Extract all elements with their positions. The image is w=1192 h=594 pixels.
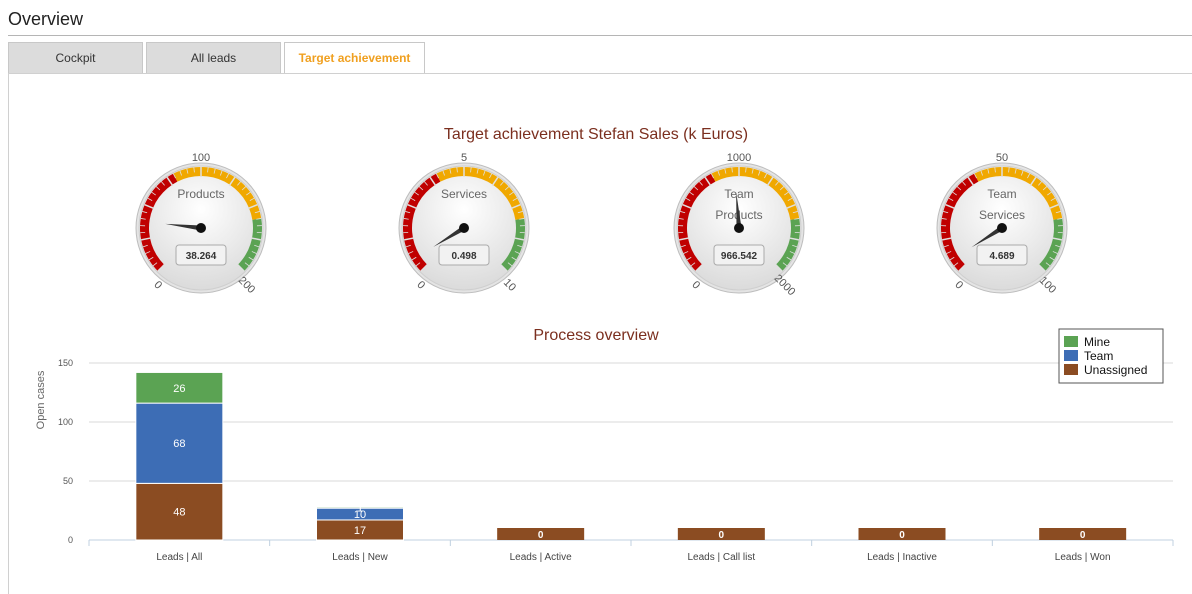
bar-data-label: 48 bbox=[173, 507, 185, 519]
gauge-label: Team bbox=[987, 187, 1016, 201]
bar-data-label: 0 bbox=[1080, 530, 1086, 541]
process-chart: 050100150Open casesLeads | All Leads | Ne… bbox=[35, 358, 1174, 563]
chart-legend: MineTeamUnassigned bbox=[1058, 328, 1164, 384]
y-axis-label: Open cases bbox=[35, 370, 47, 429]
gauge-3: 100002000TeamProducts966.542 bbox=[673, 152, 805, 298]
gauge-top-label: 5 bbox=[461, 152, 467, 164]
legend-swatch bbox=[1064, 336, 1078, 347]
gauge-value: 966.542 bbox=[721, 251, 758, 262]
gauge-min-label: 0 bbox=[952, 279, 965, 292]
gauge-label: Services bbox=[441, 187, 487, 201]
gauge-pivot bbox=[459, 223, 469, 233]
legend-label: Unassigned bbox=[1084, 363, 1147, 377]
gauge-top-label: 50 bbox=[996, 152, 1008, 164]
y-tick-label: 0 bbox=[68, 535, 73, 545]
gauge-min-label: 0 bbox=[151, 279, 164, 292]
x-tick-label: Leads | All bbox=[156, 552, 202, 563]
gauge-min-label: 0 bbox=[414, 279, 427, 292]
gauge-label: Team bbox=[724, 187, 753, 201]
y-tick-label: 50 bbox=[63, 476, 73, 486]
bar-data-label: 0 bbox=[899, 530, 905, 541]
gauge-1: 1000 200Products38.264 bbox=[135, 152, 267, 296]
gauge-value: 4.689 bbox=[989, 251, 1014, 262]
legend-swatch bbox=[1064, 350, 1078, 361]
legend-swatch bbox=[1064, 364, 1078, 375]
gauge-pivot bbox=[196, 223, 206, 233]
bar-data-label: 17 bbox=[354, 525, 366, 537]
x-tick-label: Leads | Inactive bbox=[867, 552, 937, 563]
gauge-label: Services bbox=[979, 208, 1025, 222]
gauge-2: 50 10Services0.498 bbox=[398, 152, 530, 294]
x-tick-label: Leads | Won bbox=[1055, 552, 1111, 563]
gauge-top-label: 100 bbox=[192, 152, 210, 164]
bar-data-label: 0 bbox=[538, 530, 544, 541]
y-tick-label: 150 bbox=[58, 358, 73, 368]
gauge-label: Products bbox=[177, 187, 224, 201]
gauge-min-label: 0 bbox=[689, 279, 702, 292]
bar-data-label: 68 bbox=[173, 438, 185, 450]
y-tick-label: 100 bbox=[58, 417, 73, 427]
legend-label: Team bbox=[1084, 349, 1113, 363]
bar-data-label: 26 bbox=[173, 383, 185, 395]
x-tick-label: Leads | Call list bbox=[688, 552, 756, 563]
gauge-pivot bbox=[997, 223, 1007, 233]
bar-data-label: 1 bbox=[357, 503, 363, 515]
gauge-4: 500 100TeamServices4.689 bbox=[936, 152, 1068, 296]
bar-data-label: 0 bbox=[719, 530, 725, 541]
x-tick-label: Leads | Active bbox=[510, 552, 573, 563]
gauge-value: 0.498 bbox=[451, 251, 476, 262]
gauge-value: 38.264 bbox=[186, 251, 217, 262]
gauge-pivot bbox=[734, 223, 744, 233]
gauge-top-label: 1000 bbox=[727, 152, 751, 164]
dashboard-graphics: 1000 200Products38.26450 10Services0.49810… bbox=[35, 152, 1174, 563]
legend-label: Mine bbox=[1084, 335, 1110, 349]
x-tick-label: Leads | New bbox=[332, 552, 388, 563]
gauge-max-label: 2000 bbox=[772, 272, 798, 298]
